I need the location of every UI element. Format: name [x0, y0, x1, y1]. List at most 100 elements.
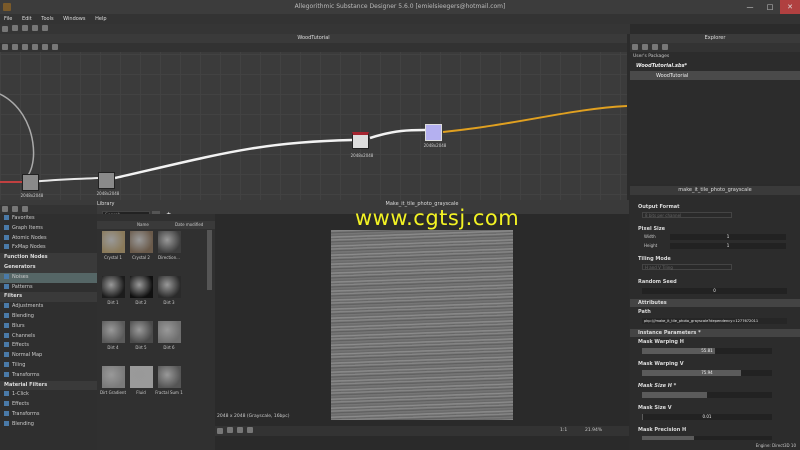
- library-category[interactable]: Effects: [0, 341, 97, 351]
- library-tool-icon[interactable]: [12, 205, 18, 212]
- library-thumbnail[interactable]: [102, 231, 125, 253]
- path-field[interactable]: pkp:///make_it_tile_photo_grayscale?depe…: [642, 318, 787, 324]
- library-thumbnail[interactable]: [158, 276, 181, 298]
- library-thumbnail[interactable]: [102, 276, 125, 298]
- library-category[interactable]: Blending: [0, 312, 97, 322]
- checker-icon[interactable]: [237, 427, 243, 433]
- library-category-group[interactable]: Function Nodes: [0, 253, 97, 263]
- library-category[interactable]: Tiling: [0, 361, 97, 371]
- tile-icon[interactable]: [227, 427, 233, 433]
- library-category[interactable]: Transforms: [0, 410, 97, 420]
- graph-node[interactable]: 2048x2048: [21, 174, 43, 198]
- library-category[interactable]: Channels: [0, 332, 97, 342]
- category-icon: [4, 283, 9, 289]
- new-icon[interactable]: [2, 26, 8, 32]
- library-thumbnail[interactable]: [130, 276, 153, 298]
- library-category[interactable]: FxMap Nodes: [0, 243, 97, 253]
- library-thumbnail[interactable]: [158, 366, 181, 388]
- library-category[interactable]: Graph Items: [0, 224, 97, 234]
- library-category[interactable]: Atomic Nodes: [0, 234, 97, 244]
- graph-view[interactable]: WoodTutorial 2048x2048 2048x2048 2048x20…: [0, 34, 627, 200]
- library-thumbnail[interactable]: [130, 231, 153, 253]
- library-scrollbar[interactable]: [207, 230, 212, 290]
- texture-info: 2048 x 2048 (Grayscale, 16bpc): [217, 414, 290, 419]
- path-label: Path: [638, 309, 651, 315]
- explorer-tool-icon[interactable]: [632, 44, 638, 50]
- window-titlebar: Allegorithmic Substance Designer 5.6.0 […: [0, 0, 800, 14]
- library-category-group[interactable]: Material Filters: [0, 380, 97, 391]
- param-slider[interactable]: 0.01: [642, 414, 772, 420]
- open-icon[interactable]: [12, 25, 18, 31]
- width-field[interactable]: 1: [670, 234, 786, 240]
- library-category[interactable]: Adjustments: [0, 302, 97, 312]
- category-label: Blurs: [12, 322, 25, 329]
- param-slider[interactable]: [642, 392, 772, 398]
- random-seed-field[interactable]: 0: [642, 288, 787, 294]
- library-thumbnail[interactable]: [102, 321, 125, 343]
- explorer-package[interactable]: WoodTutorial.sbs*: [636, 63, 687, 69]
- category-icon: [4, 332, 9, 338]
- output-format-select[interactable]: 8 bits per channel: [642, 212, 732, 218]
- tiling-mode-select[interactable]: H and V Tiling: [642, 264, 732, 270]
- menu-file[interactable]: File: [0, 14, 16, 24]
- library-category-group[interactable]: Generators: [0, 262, 97, 273]
- category-label: Filters: [4, 293, 23, 300]
- close-button[interactable]: ✕: [780, 0, 800, 14]
- category-label: Effects: [12, 401, 29, 408]
- texture-preview[interactable]: [331, 230, 513, 420]
- graph-node-make-it-tile[interactable]: 2048x2048: [351, 132, 373, 158]
- menu-edit[interactable]: Edit: [18, 14, 36, 24]
- library-thumbnail[interactable]: [102, 366, 125, 388]
- menu-tools[interactable]: Tools: [37, 14, 57, 24]
- library-category[interactable]: Patterns: [0, 283, 97, 293]
- info-icon[interactable]: [247, 427, 253, 433]
- maximize-button[interactable]: □: [760, 0, 780, 14]
- redo-icon[interactable]: [42, 25, 48, 31]
- library-thumbnail[interactable]: [158, 321, 181, 343]
- explorer-tool-icon[interactable]: [642, 43, 648, 50]
- library-category[interactable]: Blurs: [0, 322, 97, 332]
- properties-panel: make_it_tile_photo_grayscale Output Form…: [630, 186, 800, 450]
- explorer-tool-icon[interactable]: [652, 43, 658, 50]
- library-thumbnail[interactable]: [130, 366, 153, 388]
- library-tool-icon[interactable]: [2, 206, 8, 212]
- attributes-section[interactable]: Attributes: [630, 299, 800, 307]
- height-field[interactable]: 1: [670, 243, 786, 249]
- category-label: Noises: [12, 273, 29, 280]
- graph-link: [114, 138, 353, 180]
- library-category[interactable]: 1-Click: [0, 390, 97, 400]
- explorer-graph-row[interactable]: WoodTutorial: [630, 71, 800, 80]
- library-thumbnail[interactable]: [158, 231, 181, 253]
- graph-node-output[interactable]: 2048x2048: [424, 124, 446, 148]
- library-category[interactable]: Transforms: [0, 371, 97, 381]
- library-category[interactable]: Blending: [0, 420, 97, 430]
- param-label: Mask Precision H: [638, 427, 687, 433]
- undo-icon[interactable]: [32, 25, 38, 31]
- param-slider[interactable]: 75.94: [642, 370, 772, 376]
- column-name[interactable]: Name: [137, 222, 149, 227]
- menu-windows[interactable]: Windows: [59, 14, 89, 24]
- param-slider[interactable]: 55.81: [642, 348, 772, 354]
- library-category[interactable]: Noises: [0, 272, 97, 283]
- library-thumbnail[interactable]: [130, 321, 153, 343]
- category-label: Effects: [12, 342, 29, 349]
- library-category-group[interactable]: Filters: [0, 292, 97, 303]
- graph-node[interactable]: 2048x2048: [97, 172, 119, 196]
- graph-link: [369, 128, 426, 140]
- menu-help[interactable]: Help: [91, 14, 110, 24]
- watermark: www.cgtsj.com: [355, 206, 520, 230]
- minimize-button[interactable]: —: [740, 0, 760, 14]
- column-date[interactable]: Date modified: [175, 222, 203, 227]
- save-icon[interactable]: [22, 25, 28, 31]
- zoom-label[interactable]: 21.94%: [585, 428, 602, 433]
- channel-icon[interactable]: [217, 428, 223, 434]
- library-category[interactable]: Favorites: [0, 214, 97, 224]
- library-category[interactable]: Normal Map: [0, 351, 97, 361]
- node-label: 2048x2048: [423, 143, 447, 148]
- status-bar: Engine: Direct3D 10: [630, 440, 800, 450]
- explorer-tool-icon[interactable]: [662, 43, 668, 50]
- library-category[interactable]: Effects: [0, 400, 97, 410]
- thumbnail-label: Fluid: [136, 390, 146, 395]
- instance-params-section[interactable]: Instance Parameters *: [630, 329, 800, 337]
- library-tool-icon[interactable]: [22, 205, 28, 212]
